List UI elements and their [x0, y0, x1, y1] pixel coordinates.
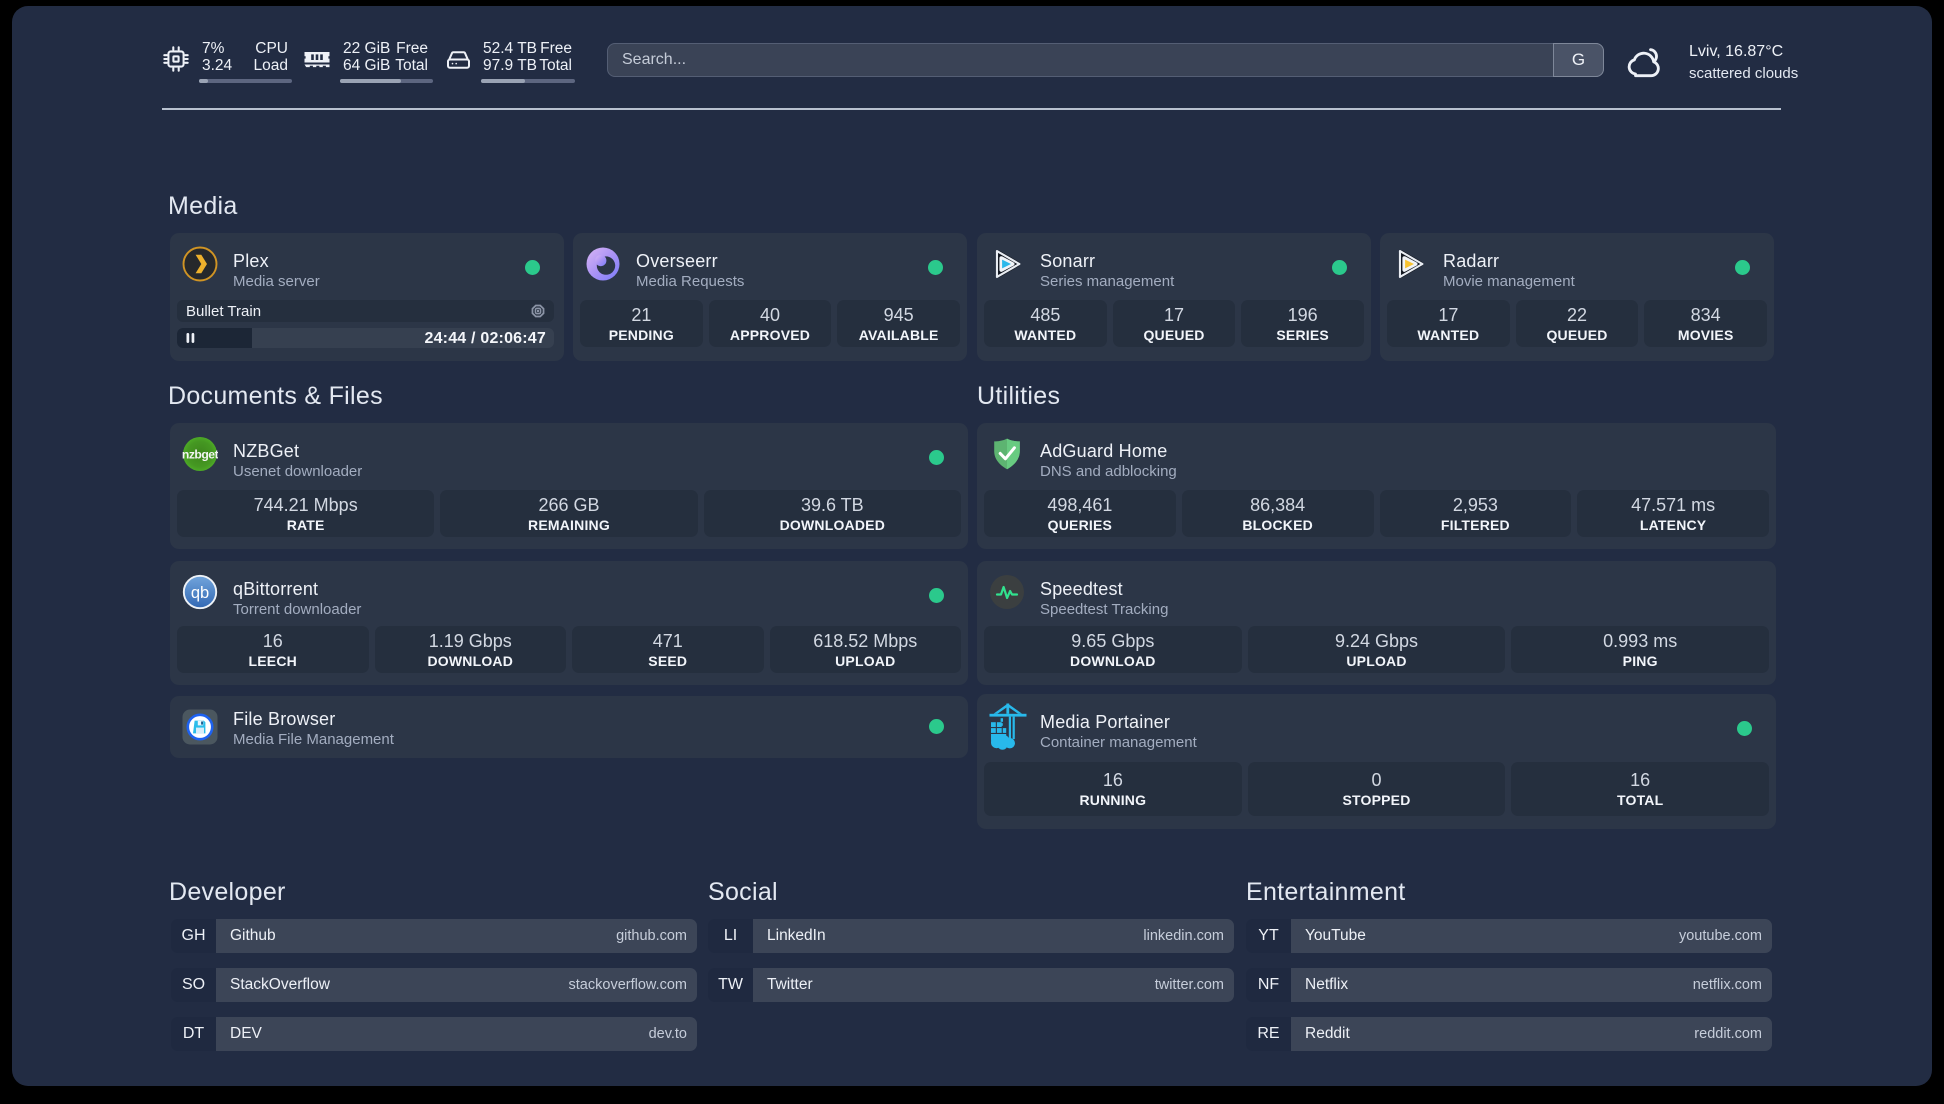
- svg-text:qb: qb: [191, 584, 209, 602]
- svg-text:nzbget: nzbget: [182, 447, 218, 461]
